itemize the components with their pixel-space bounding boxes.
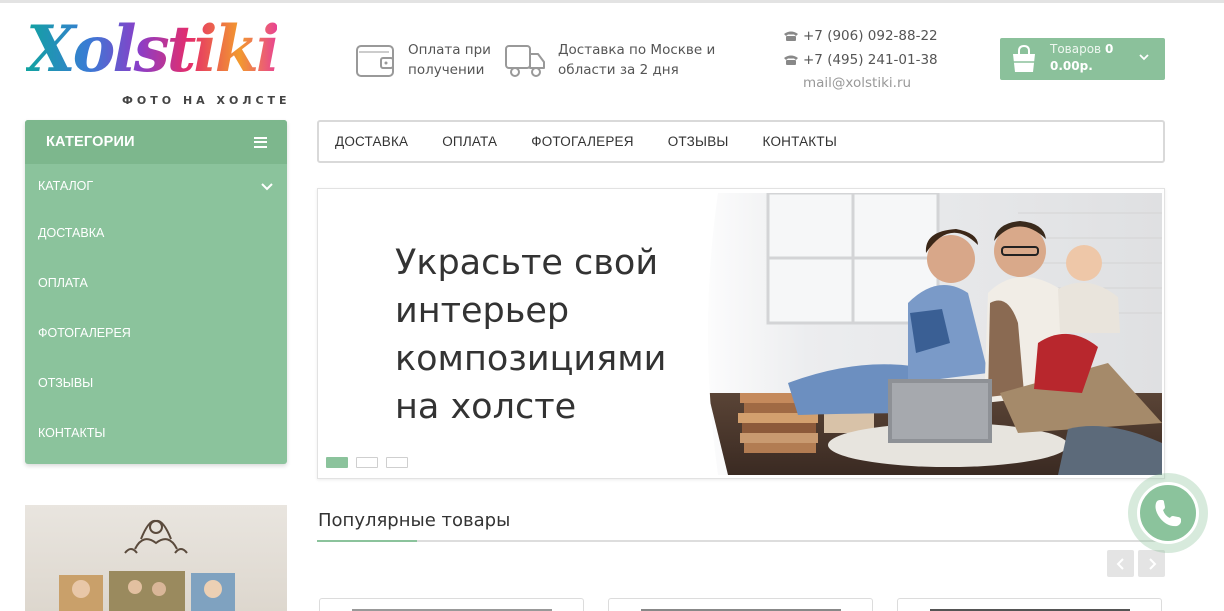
carousel-prev-button[interactable] (1107, 550, 1134, 577)
popular-products-title: Популярные товары (318, 510, 511, 531)
hero-slider[interactable]: Украсьте свой интерьер композициями на х… (317, 188, 1165, 479)
logo-wordmark: Xolstiki (26, 12, 280, 87)
sidebar-item-label: КАТАЛОГ (38, 179, 94, 193)
top-border (0, 0, 1224, 3)
shopping-bag-icon (1013, 44, 1035, 72)
call-icon (1155, 500, 1181, 527)
nav-payment[interactable]: ОПЛАТА (442, 134, 497, 149)
payment-info: Оплата при получении (354, 40, 508, 80)
sidebar-promo-image[interactable] (25, 505, 287, 611)
nav-delivery[interactable]: ДОСТАВКА (335, 134, 408, 149)
main-navigation: ДОСТАВКА ОПЛАТА ФОТОГАЛЕРЕЯ ОТЗЫВЫ КОНТА… (317, 120, 1165, 163)
payment-info-text: Оплата при получении (408, 42, 491, 78)
cart-label: Товаров (1050, 42, 1102, 56)
sidebar-item-label: ОПЛАТА (38, 276, 88, 290)
sidebar-item-label: ОТЗЫВЫ (38, 376, 94, 390)
slide-headline-line: композициями (395, 339, 667, 379)
logo-subtitle: ФОТО НА ХОЛСТЕ (122, 94, 291, 107)
slider-dot-3[interactable] (386, 457, 408, 468)
product-card[interactable] (608, 598, 873, 611)
sidebar-item-gallery[interactable]: ФОТОГАЛЕРЕЯ (25, 308, 287, 358)
categories-header[interactable]: КАТЕГОРИИ (25, 120, 287, 164)
cart-total: 0.00р. (1050, 59, 1093, 73)
call-button[interactable] (1137, 482, 1199, 544)
categories-title: КАТЕГОРИИ (46, 134, 135, 150)
arrow-left-icon (1116, 557, 1124, 570)
cart-count-line: Товаров 0 (1050, 42, 1113, 56)
chevron-down-icon (1139, 54, 1149, 61)
slide-headline-line: на холсте (395, 387, 577, 427)
phone-icon (784, 55, 798, 65)
slide-headline-line: интерьер (395, 291, 570, 331)
email-link[interactable]: mail@xolstiki.ru (803, 74, 938, 92)
categories-sidebar: КАТЕГОРИИ КАТАЛОГ ДОСТАВКА ОПЛАТА ФОТОГА… (25, 120, 287, 464)
slider-pagination (326, 457, 408, 468)
product-card[interactable] (319, 598, 584, 611)
slide-headline-line: Украсьте свой (395, 243, 659, 283)
popular-divider (317, 540, 1165, 542)
sidebar-item-payment[interactable]: ОПЛАТА (25, 258, 287, 308)
arrow-right-icon (1148, 557, 1156, 570)
delivery-info: Доставка по Москве и области за 2 дня (504, 40, 718, 80)
contacts-block: +7 (906) 092-88-22 +7 (495) 241-01-38 ma… (783, 26, 938, 92)
cart-button[interactable]: Товаров 0 0.00р. (1000, 38, 1165, 80)
callback-widget[interactable] (1128, 473, 1208, 553)
nav-reviews[interactable]: ОТЗЫВЫ (668, 134, 729, 149)
sidebar-item-catalog[interactable]: КАТАЛОГ (25, 164, 287, 208)
chevron-down-icon[interactable] (260, 179, 274, 193)
slider-dot-2[interactable] (356, 457, 378, 468)
nav-contacts[interactable]: КОНТАКТЫ (763, 134, 837, 149)
sidebar-item-label: КОНТАКТЫ (38, 426, 106, 440)
slider-dot-1[interactable] (326, 457, 348, 468)
sidebar-item-delivery[interactable]: ДОСТАВКА (25, 208, 287, 258)
sidebar-item-reviews[interactable]: ОТЗЫВЫ (25, 358, 287, 408)
logo[interactable]: Xolstiki ФОТО НА ХОЛСТЕ (24, 12, 291, 110)
phone-icon (784, 31, 798, 41)
slide-headline: Украсьте свой интерьер композициями на х… (395, 239, 666, 431)
sidebar-item-label: ДОСТАВКА (38, 226, 105, 240)
delivery-info-text: Доставка по Москве и области за 2 дня (558, 42, 716, 78)
wallet-icon (354, 40, 396, 80)
product-card[interactable] (897, 598, 1162, 611)
phone-number-2[interactable]: +7 (495) 241-01-38 (803, 52, 938, 68)
popular-divider-accent (317, 540, 417, 542)
slide-family-photo (688, 193, 1162, 475)
sidebar-item-label: ФОТОГАЛЕРЕЯ (38, 326, 131, 340)
hamburger-icon[interactable] (254, 136, 267, 148)
sidebar-item-contacts[interactable]: КОНТАКТЫ (25, 408, 287, 458)
truck-icon (504, 40, 546, 80)
phone-row-1[interactable]: +7 (906) 092-88-22 (783, 26, 938, 46)
phone-number-1[interactable]: +7 (906) 092-88-22 (803, 28, 938, 44)
nav-gallery[interactable]: ФОТОГАЛЕРЕЯ (531, 134, 633, 149)
phone-row-2[interactable]: +7 (495) 241-01-38 (783, 50, 938, 70)
cart-count: 0 (1104, 42, 1114, 56)
carousel-next-button[interactable] (1138, 550, 1165, 577)
